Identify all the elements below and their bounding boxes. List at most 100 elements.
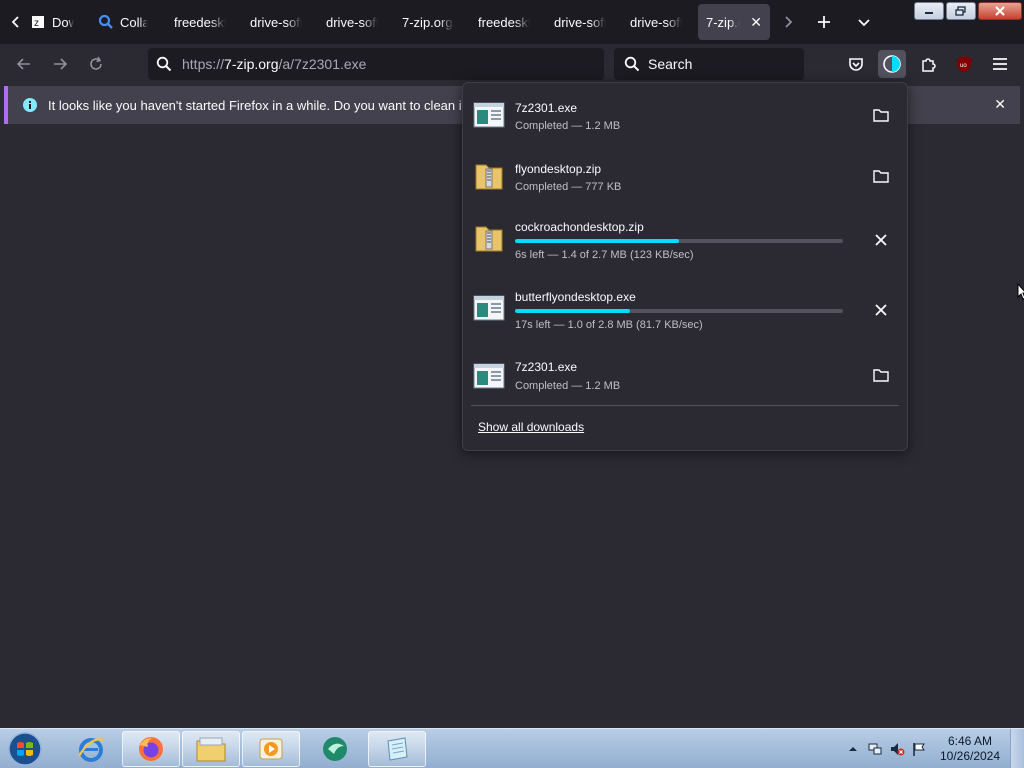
download-status: 6s left — 1.4 of 2.7 MB (123 KB/sec) xyxy=(515,249,694,261)
download-file-name: 7z2301.exe xyxy=(515,360,578,374)
notepad-icon xyxy=(387,737,408,761)
tab-6[interactable]: 7-zip.org/ xyxy=(394,4,462,40)
downloads-panel: 7z2301.exe Completed — 1.2 MB flyondeskt… xyxy=(462,82,908,451)
tab-label: drive-soft xyxy=(250,14,302,30)
search-bar[interactable]: Search xyxy=(614,48,804,80)
firefox-icon xyxy=(139,737,163,761)
tab-7[interactable]: freedeskto xyxy=(470,4,538,40)
list-all-tabs-button[interactable] xyxy=(850,8,878,36)
reload-icon xyxy=(90,56,102,70)
tab-4[interactable]: drive-soft xyxy=(242,4,310,40)
url-domain: 7-zip.org xyxy=(224,56,279,72)
url-bar[interactable]: https://7-zip.org/a/7z2301.exe xyxy=(148,48,604,80)
action-center-flag-icon[interactable] xyxy=(908,738,930,760)
close-window-button[interactable] xyxy=(978,2,1022,20)
download-progress-icon xyxy=(883,55,901,73)
network-icon[interactable] xyxy=(864,738,886,760)
extensions-button[interactable] xyxy=(914,50,942,78)
start-button[interactable] xyxy=(4,731,46,767)
restore-button[interactable] xyxy=(946,2,976,20)
navigation-toolbar: https://7-zip.org/a/7z2301.exe Search uo xyxy=(0,44,1024,84)
tab-5[interactable]: drive-soft xyxy=(318,4,386,40)
download-file-name: flyondesktop.zip xyxy=(515,162,602,176)
new-tab-button[interactable] xyxy=(810,8,838,36)
taskbar-firefox[interactable] xyxy=(122,731,180,767)
pocket-icon xyxy=(849,58,863,71)
cancel-icon xyxy=(875,234,887,246)
ublock-origin-button[interactable]: uo xyxy=(950,50,978,78)
tab-label: drive-soft xyxy=(630,14,682,30)
ublock-shield-icon: uo xyxy=(957,56,971,72)
chevron-right-icon xyxy=(785,16,793,28)
clock-date: 10/26/2024 xyxy=(939,749,1001,763)
downloads-button[interactable] xyxy=(878,50,906,78)
download-status: Completed — 777 KB xyxy=(515,181,622,193)
cancel-download-button[interactable] xyxy=(867,296,895,324)
app-menu-button[interactable] xyxy=(986,50,1014,78)
download-file-name: butterflyondesktop.exe xyxy=(515,290,636,304)
minimize-button[interactable] xyxy=(914,2,944,20)
download-item[interactable]: flyondesktop.zip Completed — 777 KB xyxy=(463,146,909,206)
download-item[interactable]: 7z2301.exe Completed — 1.2 MB xyxy=(463,346,909,406)
mouse-cursor-icon xyxy=(1017,283,1024,300)
show-in-folder-button[interactable] xyxy=(867,162,895,190)
taskbar-file-explorer[interactable] xyxy=(182,731,240,767)
reload-button[interactable] xyxy=(82,50,110,78)
tab-1[interactable]: z Down xyxy=(22,4,82,40)
taskbar-media-player[interactable] xyxy=(242,731,300,767)
show-hidden-icons-button[interactable] xyxy=(842,738,864,760)
close-tab-icon[interactable]: ✕ xyxy=(750,14,762,31)
progress-fill xyxy=(515,309,630,313)
puzzle-piece-icon xyxy=(922,58,936,72)
hamburger-menu-icon xyxy=(993,58,1007,70)
show-in-folder-button[interactable] xyxy=(867,101,895,129)
svg-text:uo: uo xyxy=(960,63,967,69)
tab-2[interactable]: Colla xyxy=(90,4,156,40)
download-item-in-progress[interactable]: cockroachondesktop.zip 6s left — 1.4 of … xyxy=(463,210,909,270)
back-button[interactable] xyxy=(10,50,38,78)
tab-10-active[interactable]: 7-zip.or ✕ xyxy=(698,4,770,40)
show-in-folder-button[interactable] xyxy=(867,361,895,389)
tab-label: Down xyxy=(52,14,74,30)
tab-8[interactable]: drive-soft xyxy=(546,4,614,40)
clock[interactable]: 6:46 AM 10/26/2024 xyxy=(930,734,1010,764)
exe-file-icon xyxy=(473,363,505,389)
taskbar-green-app[interactable] xyxy=(306,731,364,767)
close-notification-icon[interactable]: ✕ xyxy=(994,96,1006,113)
pocket-button[interactable] xyxy=(842,50,870,78)
cancel-download-button[interactable] xyxy=(867,226,895,254)
download-file-name: 7z2301.exe xyxy=(515,101,578,115)
windows-start-orb-icon xyxy=(8,732,42,766)
system-tray: 6:46 AM 10/26/2024 xyxy=(842,729,1024,768)
tab-9[interactable]: drive-soft xyxy=(622,4,690,40)
7zip-favicon-icon: z xyxy=(30,14,46,30)
tab-label: freedeskto xyxy=(174,14,226,30)
search-icon xyxy=(156,56,172,72)
clock-time: 6:46 AM xyxy=(947,734,993,748)
folder-icon xyxy=(873,170,889,183)
download-item[interactable]: 7z2301.exe Completed — 1.2 MB xyxy=(463,85,909,145)
forward-button[interactable] xyxy=(46,50,74,78)
taskbar-notepad[interactable] xyxy=(368,731,426,767)
show-desktop-button[interactable] xyxy=(1010,729,1024,768)
show-all-downloads-button[interactable]: Show all downloads xyxy=(478,420,584,434)
search-placeholder: Search xyxy=(648,56,693,72)
taskbar-internet-explorer[interactable] xyxy=(62,731,120,767)
svg-text:z: z xyxy=(34,18,39,29)
green-circle-app-icon xyxy=(323,737,347,761)
exe-file-icon xyxy=(473,295,505,321)
url-text: https://7-zip.org/a/7z2301.exe xyxy=(182,56,366,72)
folder-icon xyxy=(196,737,226,762)
search-icon xyxy=(624,56,640,72)
windows-taskbar: 6:46 AM 10/26/2024 xyxy=(0,728,1024,768)
download-item-in-progress[interactable]: butterflyondesktop.exe 17s left — 1.0 of… xyxy=(463,280,909,340)
tab-label: drive-soft xyxy=(554,14,606,30)
url-prefix: https:// xyxy=(182,56,225,72)
zip-file-icon xyxy=(475,226,503,252)
volume-muted-icon[interactable] xyxy=(886,738,908,760)
minimize-icon xyxy=(925,12,933,14)
window-controls xyxy=(914,2,1022,20)
scroll-tabs-right-button[interactable] xyxy=(774,8,802,36)
tab-3[interactable]: freedeskto xyxy=(166,4,234,40)
notification-text: It looks like you haven't started Firefo… xyxy=(48,97,503,113)
